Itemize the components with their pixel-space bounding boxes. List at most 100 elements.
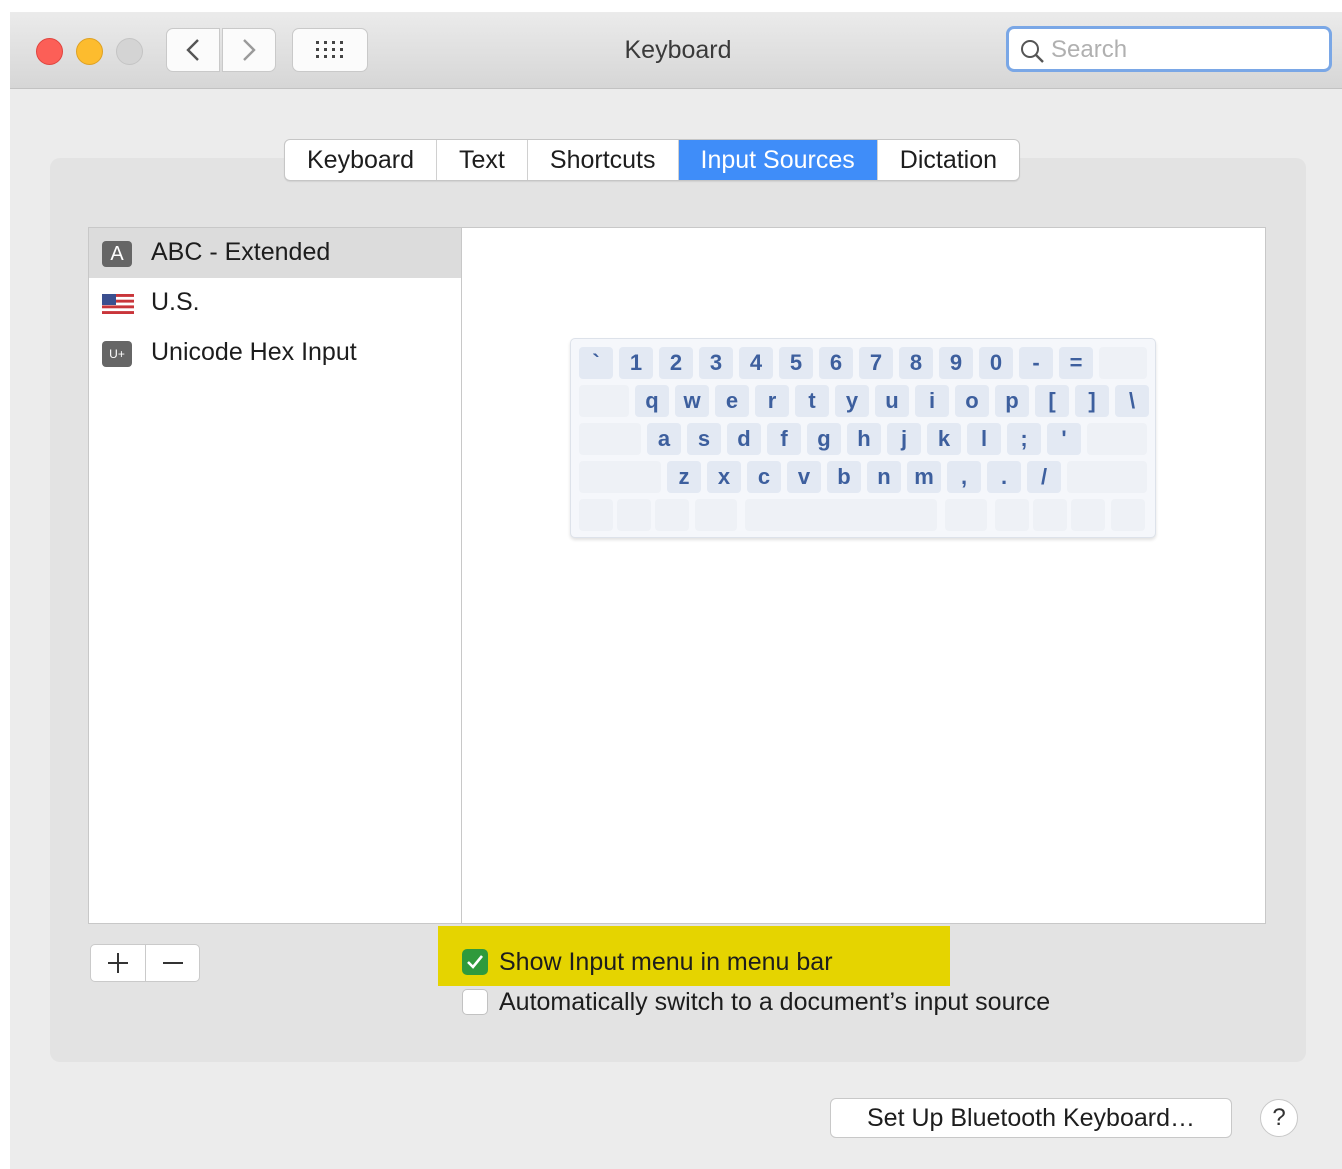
chevron-left-icon [186,39,199,61]
key-bottom-row [579,499,613,531]
key: 6 [819,347,853,379]
minus-icon [163,962,183,964]
key: s [687,423,721,455]
tab-text[interactable]: Text [437,140,528,180]
key: 7 [859,347,893,379]
search-field[interactable] [1006,26,1332,72]
list-item-label: ABC - Extended [151,238,331,266]
key-bottom-row [995,499,1029,531]
input-sources-list[interactable]: A ABC - Extended U.S. U+ Unicode Hex Inp… [88,227,462,924]
key: [ [1035,385,1069,417]
key: b [827,461,861,493]
plus-icon [108,953,128,973]
key-return [1087,423,1147,455]
key: ] [1075,385,1109,417]
remove-source-button[interactable] [146,945,200,981]
minimize-button[interactable] [76,38,103,65]
help-button[interactable]: ? [1260,1099,1298,1137]
key: , [947,461,981,493]
key: 0 [979,347,1013,379]
tab-bar: Keyboard Text Shortcuts Input Sources Di… [284,139,1021,181]
key: f [767,423,801,455]
keyboard-preview-panel: ` 1 2 3 4 5 6 7 8 9 0- = q w e r t y u i o p[] \ a s d f g h j k l; ' z x c… [462,227,1266,924]
key: l [967,423,1001,455]
zoom-button[interactable] [116,38,143,65]
key-tab [579,385,629,417]
key-delete [1099,347,1147,379]
key: h [847,423,881,455]
key: o [955,385,989,417]
key: ' [1047,423,1081,455]
window-title: Keyboard [624,36,732,64]
forward-button[interactable] [222,28,276,72]
auto-switch-label: Automatically switch to a document’s inp… [499,988,1051,1016]
show-input-menu-label: Show Input menu in menu bar [499,948,833,976]
key: i [915,385,949,417]
grid-icon [316,41,343,58]
key: u [875,385,909,417]
title-bar: Keyboard [10,12,1342,89]
setup-bluetooth-keyboard-button[interactable]: Set Up Bluetooth Keyboard… [830,1098,1232,1138]
auto-switch-checkbox[interactable] [462,989,488,1015]
tab-dictation[interactable]: Dictation [878,140,1019,180]
key: 8 [899,347,933,379]
tab-shortcuts[interactable]: Shortcuts [528,140,679,180]
abc-source-icon: A [102,241,132,267]
checkmark-icon [467,955,484,969]
tab-input-sources[interactable]: Input Sources [678,140,878,180]
unicode-source-icon: U+ [102,341,132,367]
key: q [635,385,669,417]
key: 4 [739,347,773,379]
key-bottom-row [1071,499,1105,531]
key-bottom-row [745,499,937,531]
key: e [715,385,749,417]
show-all-button[interactable] [292,28,368,72]
list-item-us[interactable]: U.S. [89,278,461,328]
key-bottom-row [695,499,737,531]
key: ` [579,347,613,379]
key: x [707,461,741,493]
key: t [795,385,829,417]
chevron-right-icon [243,39,256,61]
key: 5 [779,347,813,379]
key-bottom-row [1033,499,1067,531]
key: y [835,385,869,417]
key-bottom-row [655,499,689,531]
key: c [747,461,781,493]
key-caps [579,423,641,455]
key-bottom-row [945,499,987,531]
list-item-label: U.S. [151,288,200,316]
back-button[interactable] [166,28,220,72]
add-remove-control [90,944,200,982]
key: ; [1007,423,1041,455]
search-input[interactable] [1049,35,1323,65]
key: . [987,461,1021,493]
list-item-unicode-hex[interactable]: U+ Unicode Hex Input [89,328,461,378]
key: p [995,385,1029,417]
key: / [1027,461,1061,493]
key: 2 [659,347,693,379]
key: j [887,423,921,455]
key: 1 [619,347,653,379]
tab-keyboard[interactable]: Keyboard [285,140,438,180]
key: k [927,423,961,455]
list-item-abc-extended[interactable]: A ABC - Extended [89,228,461,278]
key: d [727,423,761,455]
key: m [907,461,941,493]
us-flag-icon [102,294,134,314]
key: r [755,385,789,417]
key-shift-left [579,461,661,493]
close-button[interactable] [36,38,63,65]
add-source-button[interactable] [91,945,146,981]
list-item-label: Unicode Hex Input [151,338,357,366]
key: \ [1115,385,1149,417]
show-input-menu-checkbox[interactable] [462,949,488,975]
key-bottom-row [617,499,651,531]
key-bottom-row [1111,499,1145,531]
key: v [787,461,821,493]
keyboard-layout-preview: ` 1 2 3 4 5 6 7 8 9 0- = q w e r t y u i o p[] \ a s d f g h j k l; ' z x c… [570,338,1156,538]
key: - [1019,347,1053,379]
key: w [675,385,709,417]
key: g [807,423,841,455]
key: z [667,461,701,493]
